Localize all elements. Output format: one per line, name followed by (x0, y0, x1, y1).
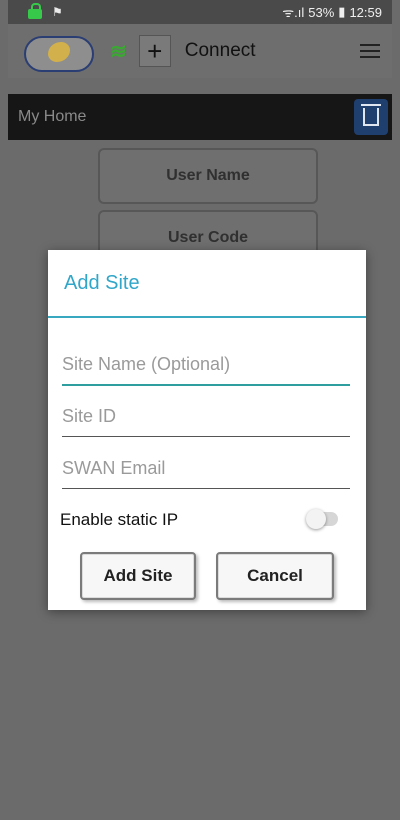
site-id-input[interactable]: Site ID (62, 406, 350, 437)
connect-button[interactable]: Connect (185, 40, 256, 62)
site-bar: My Home (8, 94, 392, 140)
clock: 12:59 (349, 4, 382, 20)
add-button[interactable]: + (138, 35, 171, 67)
notification-flag-icon: ⚑ (52, 5, 63, 19)
site-title: My Home (18, 108, 87, 125)
signal-icon: ᯤ.ıl (282, 5, 305, 20)
battery-level: 53% (308, 4, 335, 20)
swan-email-input[interactable]: SWAN Email (62, 458, 350, 489)
app-logo (24, 32, 94, 72)
user-name-field[interactable]: User Name (98, 148, 318, 204)
cancel-button[interactable]: Cancel (216, 552, 334, 600)
app-bar: ≋ + Connect (8, 24, 392, 78)
add-site-button[interactable]: Add Site (80, 552, 196, 600)
trash-icon[interactable] (354, 99, 388, 135)
lock-icon (28, 3, 42, 19)
status-bar: ⚑ ᯤ.ıl 53% ▮ 12:59 (8, 0, 392, 24)
site-name-input[interactable]: Site Name (Optional) (62, 354, 350, 386)
hamburger-menu-icon[interactable] (360, 44, 380, 58)
dialog-title: Add Site (48, 250, 366, 318)
add-site-dialog: Add Site Site Name (Optional) Site ID SW… (48, 250, 366, 610)
battery-icon: ▮ (338, 4, 346, 19)
status-right: ᯤ.ıl 53% ▮ 12:59 (282, 3, 382, 21)
wifi-icon[interactable]: ≋ (110, 39, 127, 64)
static-ip-toggle[interactable] (306, 509, 338, 529)
static-ip-label: Enable static IP (60, 510, 179, 529)
